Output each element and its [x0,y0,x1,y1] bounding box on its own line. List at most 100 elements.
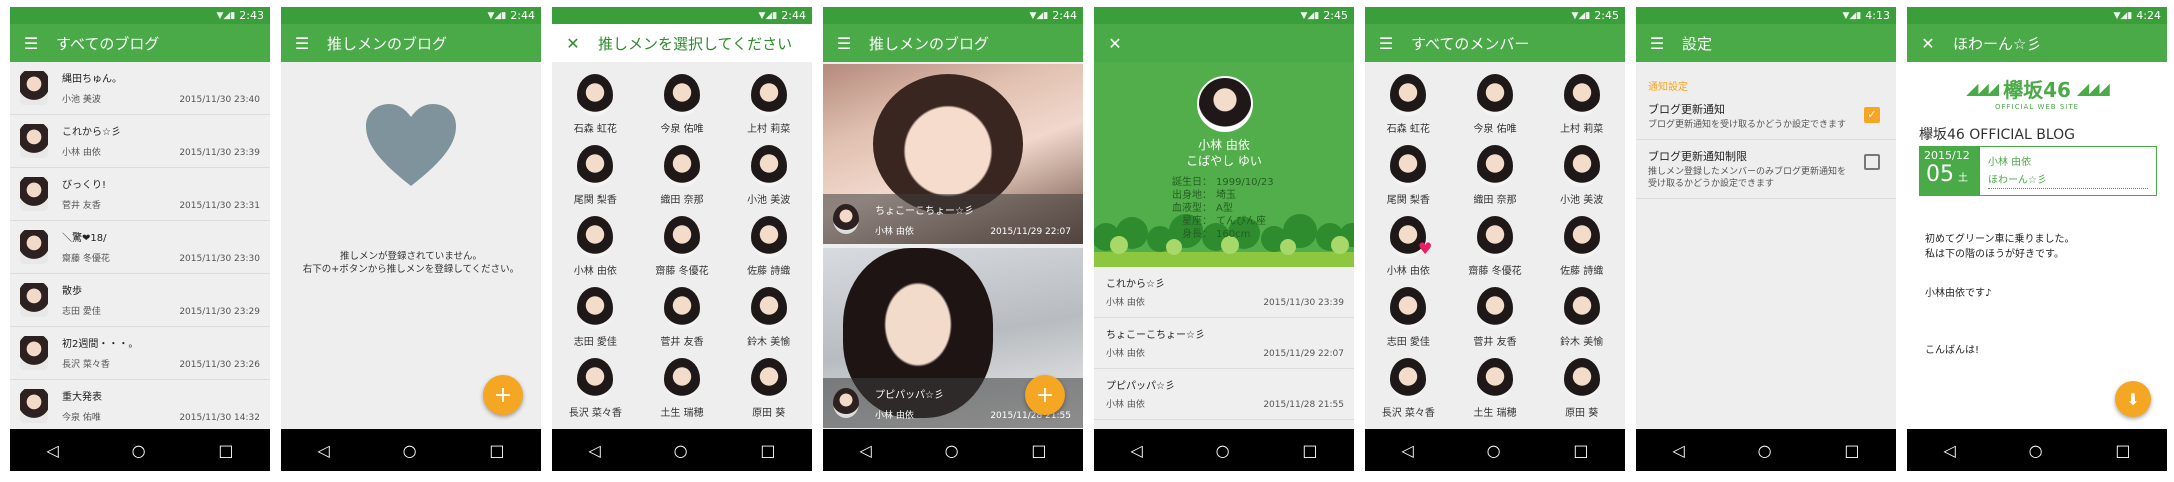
member-name: 志田 愛佳 [573,337,617,348]
home-icon[interactable]: ○ [674,441,688,460]
member-cell[interactable]: 小林 由依 [552,216,639,277]
member-cell[interactable]: 織田 奈那 [639,145,726,206]
menu-icon[interactable]: ☰ [20,34,42,53]
member-cell[interactable]: 菅井 友香 [639,287,726,348]
list-item[interactable]: びっくり! 菅井 友香 2015/11/30 23:31 [10,168,270,221]
member-cell[interactable]: 菅井 友香 [1452,287,1539,348]
add-button[interactable]: + [483,375,523,415]
back-icon[interactable]: ◁ [1672,441,1684,460]
member-cell[interactable]: 原田 葵 [725,358,812,419]
setting-checkbox[interactable]: ✓ [1864,107,1880,123]
member-cell[interactable]: 織田 奈那 [1452,145,1539,206]
member-cell[interactable]: 長沢 菜々香 [552,358,639,419]
signal-icon: ▼◢▮ [1029,10,1049,21]
member-cell[interactable]: 鈴木 美愉 [1538,287,1625,348]
setting-checkbox[interactable] [1864,154,1880,170]
avatar: ♥ [1390,216,1432,258]
home-icon[interactable]: ○ [1758,441,1772,460]
member-cell[interactable]: 尾関 梨香 [552,145,639,206]
download-button[interactable]: ⬇ [2115,381,2151,417]
member-cell[interactable]: 今泉 佑唯 [639,74,726,135]
recents-icon[interactable]: □ [1573,441,1588,460]
setting-title: ブログ更新通知制限 [1648,150,1747,163]
list-item[interactable]: これから☆彡 小林 由依 2015/11/30 23:39 [1094,267,1354,318]
post-title: プピパッパ☆彡 [875,390,944,401]
member-cell[interactable]: 志田 愛佳 [552,287,639,348]
close-icon[interactable]: ✕ [1104,34,1126,53]
back-icon[interactable]: ◁ [46,441,58,460]
status-bar: ▼◢▮ 2:44 [823,7,1083,24]
home-icon[interactable]: ○ [132,441,146,460]
avatar [663,145,700,187]
avatar [20,336,48,370]
member-cell[interactable]: 長沢 菜々香 [1365,358,1452,419]
home-icon[interactable]: ○ [1216,441,1230,460]
close-icon[interactable]: ✕ [562,34,584,53]
list-item[interactable]: ちょこーこちょー☆彡 小林 由依 2015/11/29 22:07 [1094,318,1354,369]
menu-icon[interactable]: ☰ [291,34,313,53]
member-cell[interactable]: 齋藤 冬優花 [1452,216,1539,277]
member-cell[interactable]: ♥ 小林 由依 [1365,216,1452,277]
member-cell[interactable]: 上村 莉菜 [725,74,812,135]
back-icon[interactable]: ◁ [1130,441,1142,460]
list-item[interactable]: 重大発表 今泉 佑唯 2015/11/30 14:32 [10,380,270,429]
recents-icon[interactable]: □ [218,441,233,460]
back-icon[interactable]: ◁ [859,441,871,460]
member-cell[interactable]: 土生 瑞穂 [1452,358,1539,419]
member-cell[interactable]: 今泉 佑唯 [1452,74,1539,135]
list-item[interactable]: 初2週間・・・。 長沢 菜々香 2015/11/30 23:26 [10,327,270,380]
back-icon[interactable]: ◁ [588,441,600,460]
post-card[interactable]: ちょこーこちょー☆彡 小林 由依 2015/11/29 22:07 [823,64,1083,244]
empty-message: 推しメンが登録されていません。 右下の+ボタンから推しメンを登録してください。 [281,250,541,276]
member-cell[interactable]: 小池 美波 [725,145,812,206]
recents-icon[interactable]: □ [760,441,775,460]
member-name: 小林 由依 [1106,400,1145,410]
avatar [663,216,700,258]
recents-icon[interactable]: □ [1031,441,1046,460]
member-cell[interactable]: 石森 虹花 [1365,74,1452,135]
home-icon[interactable]: ○ [403,441,417,460]
list-item[interactable]: プピパッパ☆彡 小林 由依 2015/11/28 21:55 [1094,369,1354,420]
member-cell[interactable]: 齋藤 冬優花 [639,216,726,277]
member-cell[interactable]: 上村 莉菜 [1538,74,1625,135]
recents-icon[interactable]: □ [1844,441,1859,460]
avatar [833,204,859,234]
member-cell[interactable]: 佐藤 詩織 [725,216,812,277]
back-icon[interactable]: ◁ [1401,441,1413,460]
profile-content: 小林 由依 こばやし ゆい 誕生日： 1999/10/23 出身地： 埼玉 血液型：… [1094,62,1354,429]
member-cell[interactable]: 小池 美波 [1538,145,1625,206]
setting-blog-notify[interactable]: ブログ更新通知 ブログ更新通知を受け取るかどうか設定できます ✓ [1636,93,1896,140]
member-cell[interactable]: 原田 葵 [1538,358,1625,419]
post-day: 05 [1926,162,1954,187]
home-icon[interactable]: ○ [1487,441,1501,460]
member-cell[interactable]: 志田 愛佳 [1365,287,1452,348]
menu-icon[interactable]: ☰ [1375,34,1397,53]
add-button[interactable]: + [1025,375,1065,415]
menu-icon[interactable]: ☰ [833,34,855,53]
fact-key: 誕生日： [1172,177,1212,188]
home-icon[interactable]: ○ [2029,441,2043,460]
recents-icon[interactable]: □ [2115,441,2130,460]
member-cell[interactable]: 土生 瑞穂 [639,358,726,419]
setting-notify-limit[interactable]: ブログ更新通知制限 推しメン登録したメンバーのみブログ更新通知を受け取るかどうか… [1636,140,1896,199]
close-icon[interactable]: ✕ [1917,34,1939,53]
recents-icon[interactable]: □ [1302,441,1317,460]
back-icon[interactable]: ◁ [317,441,329,460]
home-icon[interactable]: ○ [945,441,959,460]
member-cell[interactable]: 佐藤 詩織 [1538,216,1625,277]
member-cell[interactable]: 鈴木 美愉 [725,287,812,348]
list-item[interactable]: 縄田ちゅん。 小池 美波 2015/11/30 23:40 [10,62,270,115]
logo-triangles-left: ◢◢◢ [1966,79,1999,98]
member-cell[interactable]: 尾関 梨香 [1365,145,1452,206]
member-name: 小池 美波 [1560,195,1604,206]
system-nav-bar: ◁ ○ □ [10,429,270,471]
back-icon[interactable]: ◁ [1943,441,1955,460]
list-item[interactable]: ＼驚❤18/齋藤 冬優花 2015/11/30 23:30 [10,221,270,274]
member-cell[interactable]: 石森 虹花 [552,74,639,135]
system-nav-bar: ◁ ○ □ [1636,429,1896,471]
list-item[interactable]: 散歩 志田 愛佳 2015/11/30 23:29 [10,274,270,327]
profile-header: 小林 由依 こばやし ゆい 誕生日： 1999/10/23 出身地： 埼玉 血液型：… [1094,62,1354,267]
menu-icon[interactable]: ☰ [1646,34,1668,53]
recents-icon[interactable]: □ [489,441,504,460]
list-item[interactable]: これから☆彡 小林 由依 2015/11/30 23:39 [10,115,270,168]
